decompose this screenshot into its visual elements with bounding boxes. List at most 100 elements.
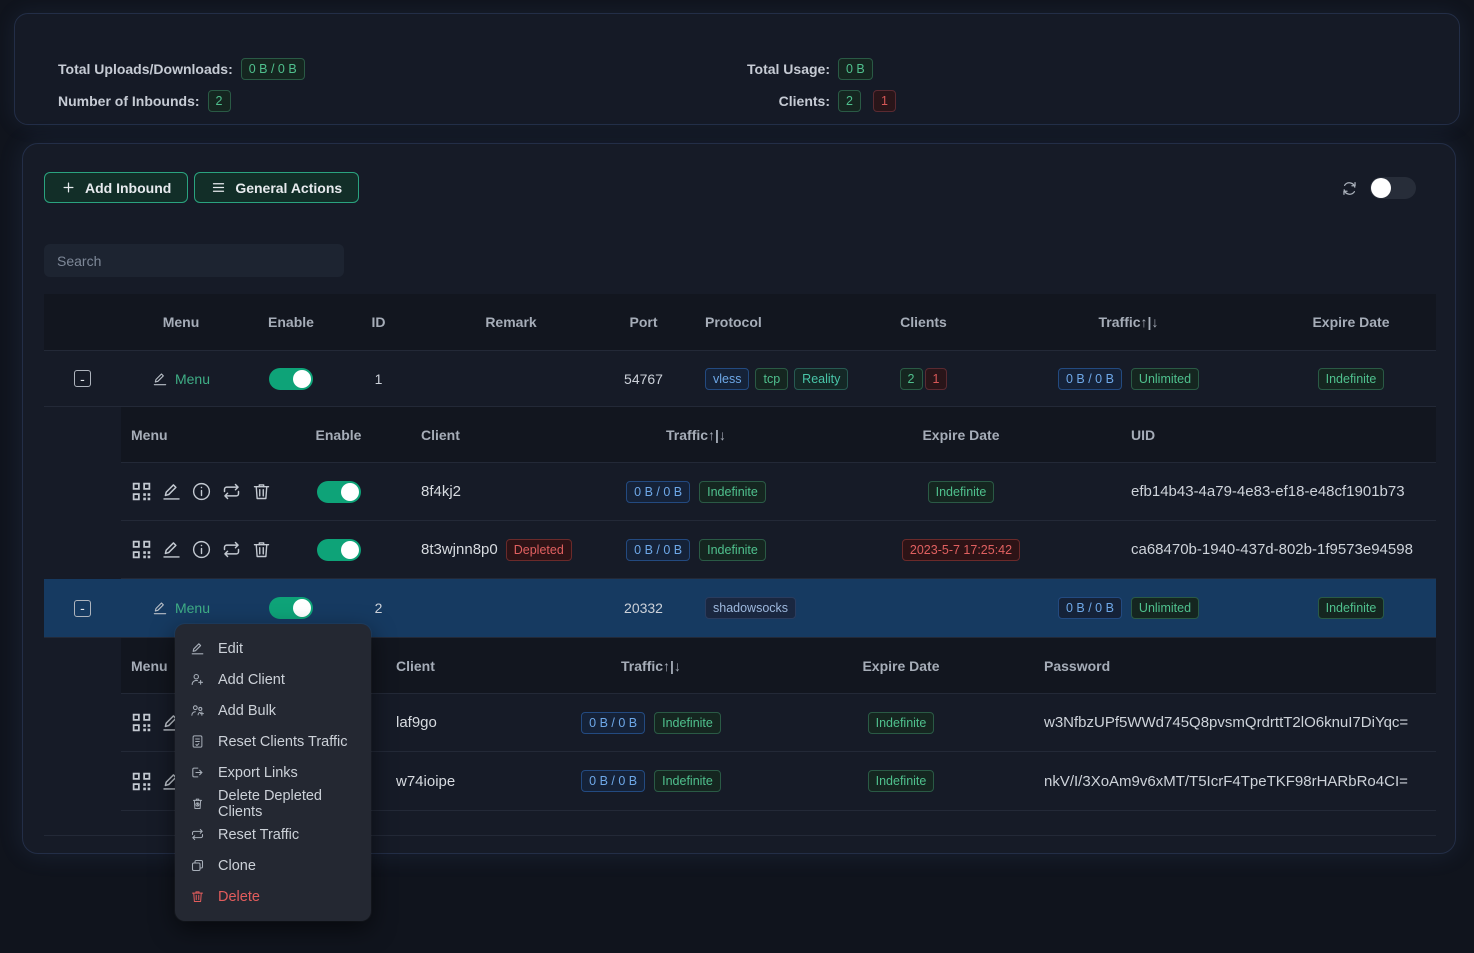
general-actions-button[interactable]: General Actions	[194, 172, 359, 203]
inbound-enable-toggle[interactable]	[269, 368, 313, 390]
traffic-limit-badge: Indefinite	[654, 712, 721, 734]
search-input[interactable]	[44, 244, 344, 277]
total-usage-badge: 0 B	[838, 58, 873, 80]
inbound-id: 1	[341, 371, 416, 387]
inbound-traffic: 0 B / 0 B Unlimited	[991, 597, 1266, 619]
clients-header-row: Menu Enable Client Traffic↑|↓ Expire Dat…	[121, 407, 1436, 463]
edit-icon[interactable]	[161, 539, 182, 560]
client-enable-toggle[interactable]	[317, 481, 361, 503]
sub-header-client: Client	[376, 658, 526, 674]
inbound-expire: Indefinite	[1266, 597, 1436, 619]
inbound-1-clients-table: Menu Enable Client Traffic↑|↓ Expire Dat…	[121, 407, 1436, 579]
traffic-badge: 0 B / 0 B	[581, 712, 645, 734]
sub-header-traffic[interactable]: Traffic↑|↓	[546, 427, 846, 443]
inbound-protocols: vless tcp Reality	[681, 368, 856, 390]
qrcode-icon[interactable]	[131, 539, 152, 560]
expire-badge: Indefinite	[1318, 597, 1385, 619]
menu-item-label: Reset Clients Traffic	[218, 734, 347, 750]
header-port[interactable]: Port	[606, 314, 681, 330]
menu-item-label: Add Client	[218, 672, 285, 688]
edit-icon	[152, 600, 168, 616]
xray-panel-page: Total Uploads/Downloads: 0 B / 0 B Numbe…	[0, 0, 1474, 953]
reset-traffic-icon[interactable]	[221, 481, 242, 502]
traffic-limit-badge: Indefinite	[654, 770, 721, 792]
add-inbound-button[interactable]: Add Inbound	[44, 172, 188, 203]
number-of-inbounds-badge: 2	[208, 90, 231, 112]
header-traffic-sort[interactable]: Traffic↑|↓	[991, 314, 1266, 330]
inbound-menu-button[interactable]: Menu	[152, 600, 210, 616]
menu-item-delete-depleted-clients[interactable]: Delete Depleted Clients	[175, 788, 371, 819]
header-protocol[interactable]: Protocol	[681, 314, 856, 330]
edit-icon[interactable]	[161, 481, 182, 502]
inbound-menu-label: Menu	[175, 371, 210, 387]
inbound-port: 54767	[606, 371, 681, 387]
menu-item-reset-traffic[interactable]: Reset Traffic	[175, 819, 371, 850]
menu-item-edit[interactable]: Edit	[175, 633, 371, 664]
menu-item-export-links[interactable]: Export Links	[175, 757, 371, 788]
header-expire-date[interactable]: Expire Date	[1266, 314, 1436, 330]
sub-header-uid: UID	[1076, 427, 1436, 443]
edit-icon	[190, 641, 205, 656]
sub-header-expire: Expire Date	[776, 658, 1026, 674]
menu-item-reset-clients-traffic[interactable]: Reset Clients Traffic	[175, 726, 371, 757]
info-icon[interactable]	[191, 481, 212, 502]
stats-left-column: Total Uploads/Downloads: 0 B / 0 B Numbe…	[58, 58, 305, 112]
clients-depleted-badge: 1	[873, 90, 896, 112]
edit-icon	[152, 371, 168, 387]
inbound-enable-toggle[interactable]	[269, 597, 313, 619]
expire-badge: Indefinite	[868, 712, 935, 734]
header-enable[interactable]: Enable	[241, 314, 341, 330]
repeat-icon	[190, 827, 205, 842]
table-header-row: Menu Enable ID Remark Port Protocol Clie…	[44, 294, 1436, 351]
sub-header-expire: Expire Date	[846, 427, 1076, 443]
client-row: 8t3wjnn8p0 Depleted 0 B / 0 B Indefinite…	[121, 521, 1436, 579]
total-usage-label: Total Usage:	[655, 58, 830, 80]
menu-item-delete[interactable]: Delete	[175, 881, 371, 912]
menu-item-add-client[interactable]: Add Client	[175, 664, 371, 695]
header-id[interactable]: ID	[341, 314, 416, 330]
client-password: nkV/I/3XoAm9v6xMT/T5IcrF4TpeTKF98rHARbRo…	[1044, 773, 1408, 790]
toolbar: Add Inbound General Actions	[44, 172, 359, 203]
menu-item-add-bulk[interactable]: Add Bulk	[175, 695, 371, 726]
info-icon[interactable]	[191, 539, 212, 560]
expire-badge: Indefinite	[1318, 368, 1385, 390]
qrcode-icon[interactable]	[131, 712, 152, 733]
sub-header-traffic[interactable]: Traffic↑|↓	[526, 658, 776, 674]
user-add-icon	[190, 672, 205, 687]
qrcode-icon[interactable]	[131, 771, 152, 792]
file-reset-icon	[190, 734, 205, 749]
client-name: 8f4kj2	[421, 483, 461, 500]
qrcode-icon[interactable]	[131, 481, 152, 502]
collapse-toggle[interactable]: -	[74, 600, 91, 617]
traffic-badge: 0 B / 0 B	[626, 539, 690, 561]
delete-icon[interactable]	[251, 481, 272, 502]
header-clients[interactable]: Clients	[856, 314, 991, 330]
transport-badge: tcp	[755, 368, 788, 390]
client-password: w3NfbzUPf5WWd745Q8pvsmQrdrttT2lO6knuI7Di…	[1044, 714, 1408, 731]
clients-label: Clients:	[655, 90, 830, 112]
clients-active-badge: 2	[838, 90, 861, 112]
sub-header-password: Password	[1026, 658, 1436, 674]
inbound-menu-button[interactable]: Menu	[152, 371, 210, 387]
traffic-badge: 0 B / 0 B	[1058, 597, 1122, 619]
number-of-inbounds-label: Number of Inbounds:	[58, 93, 200, 109]
expire-badge: 2023-5-7 17:25:42	[902, 539, 1020, 561]
top-controls	[1341, 177, 1416, 199]
inbound-row-1: - Menu 1 54767 vless tcp Reality 2 1	[44, 351, 1436, 407]
header-menu[interactable]: Menu	[121, 314, 241, 330]
auto-refresh-toggle[interactable]	[1370, 177, 1416, 199]
inbound-menu-label: Menu	[175, 600, 210, 616]
inbound-id: 2	[341, 600, 416, 616]
sub-header-menu: Menu	[121, 427, 301, 443]
delete-icon[interactable]	[251, 539, 272, 560]
header-remark[interactable]: Remark	[416, 314, 606, 330]
security-badge: Reality	[794, 368, 848, 390]
traffic-limit-badge: Indefinite	[699, 539, 766, 561]
reset-traffic-icon[interactable]	[221, 539, 242, 560]
menu-item-clone[interactable]: Clone	[175, 850, 371, 881]
collapse-toggle[interactable]: -	[74, 370, 91, 387]
refresh-icon[interactable]	[1341, 180, 1358, 197]
plus-icon	[61, 180, 76, 195]
client-enable-toggle[interactable]	[317, 539, 361, 561]
protocol-badge: vless	[705, 368, 749, 390]
